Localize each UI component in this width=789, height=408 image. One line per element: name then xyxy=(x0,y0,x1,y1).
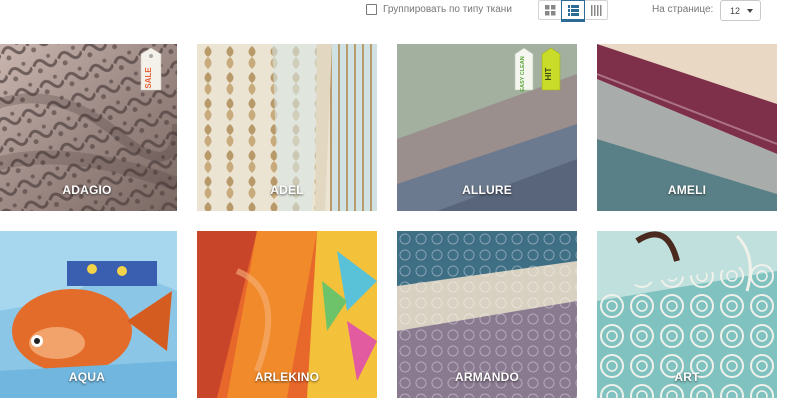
per-page-select[interactable]: 12 xyxy=(720,0,761,21)
product-name: AMELI xyxy=(667,183,707,197)
product-name: ARLEKINO xyxy=(254,370,320,384)
product-name: ADEL xyxy=(270,183,304,197)
product-name: ART xyxy=(674,370,700,384)
view-grid-small-button[interactable] xyxy=(538,0,562,20)
per-page-label: На странице: xyxy=(652,4,714,15)
product-name: ARMANDO xyxy=(454,370,520,384)
product-card-adagio[interactable]: SALE ADAGIO xyxy=(0,44,177,211)
group-by-fabric-label: Группировать по типу ткани xyxy=(383,4,512,15)
product-card-ameli[interactable]: AMELI xyxy=(597,44,777,211)
view-mode-switch xyxy=(538,0,608,20)
sale-tag-label: SALE xyxy=(144,67,153,89)
product-card-allure[interactable]: EASY CLEAN HIT ALLURE xyxy=(397,44,577,211)
product-card-arlekino[interactable]: ARLEKINO xyxy=(197,231,377,398)
list-columns-icon xyxy=(590,4,601,16)
sale-tag-icon: SALE xyxy=(140,48,162,91)
product-card-aqua[interactable]: AQUA xyxy=(0,231,177,398)
hit-tag-icon: HIT xyxy=(541,48,561,91)
product-card-armando[interactable]: ARMANDO xyxy=(397,231,577,398)
product-name: ADAGIO xyxy=(62,183,112,197)
catalog-toolbar: Группировать по типу ткани На странице: … xyxy=(0,0,789,40)
grid-large-icon xyxy=(567,4,579,16)
group-by-fabric-toggle[interactable]: Группировать по типу ткани xyxy=(366,4,512,15)
product-card-adel[interactable]: ADEL xyxy=(197,44,377,211)
product-name: AQUA xyxy=(68,370,106,384)
hit-tag-label: HIT xyxy=(544,67,553,80)
view-grid-large-button[interactable] xyxy=(561,0,585,20)
per-page-value: 12 xyxy=(730,5,741,16)
chevron-down-icon xyxy=(747,9,753,13)
product-name: ALLURE xyxy=(462,183,512,197)
easy-clean-tag-label: EASY CLEAN xyxy=(520,56,526,91)
easy-clean-tag-icon: EASY CLEAN xyxy=(514,48,534,92)
grid-small-icon xyxy=(544,4,555,15)
view-list-columns-button[interactable] xyxy=(584,0,608,20)
group-by-fabric-checkbox[interactable] xyxy=(366,4,377,15)
product-card-art[interactable]: ART xyxy=(597,231,777,398)
